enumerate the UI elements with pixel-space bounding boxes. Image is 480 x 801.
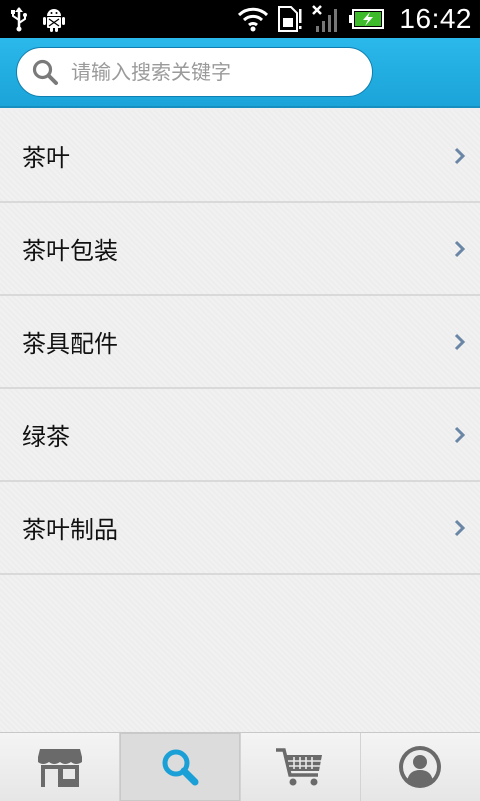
search-icon xyxy=(32,59,58,85)
tab-profile[interactable] xyxy=(361,733,480,801)
usb-icon xyxy=(8,6,30,32)
battery-charging-icon xyxy=(349,8,385,30)
sim-icon xyxy=(277,5,303,33)
list-item[interactable]: 茶叶包装 xyxy=(0,203,480,296)
status-bar: 16:42 xyxy=(0,0,480,38)
search-input[interactable] xyxy=(69,59,372,85)
android-debug-icon xyxy=(42,5,66,33)
list-item[interactable]: 茶具配件 xyxy=(0,296,480,389)
profile-icon xyxy=(399,746,442,788)
search-box[interactable] xyxy=(16,47,373,97)
chevron-right-icon xyxy=(454,426,466,443)
search-icon xyxy=(162,749,199,786)
no-signal-icon xyxy=(311,4,341,34)
chevron-right-icon xyxy=(454,240,466,257)
list-item-label: 茶叶制品 xyxy=(22,516,118,544)
list-item-label: 茶叶 xyxy=(22,144,70,172)
list-item[interactable]: 茶叶 xyxy=(0,110,480,203)
list-item-label: 绿茶 xyxy=(22,423,70,451)
chevron-right-icon xyxy=(454,147,466,164)
clock: 16:42 xyxy=(399,3,472,34)
search-header xyxy=(0,38,480,108)
bottom-tab-bar xyxy=(0,732,480,801)
list-item[interactable]: 绿茶 xyxy=(0,389,480,482)
list-item[interactable]: 茶叶制品 xyxy=(0,482,480,575)
chevron-right-icon xyxy=(454,519,466,536)
category-list: 茶叶 茶叶包装 茶具配件 绿茶 茶叶制品 xyxy=(0,110,480,732)
list-item-label: 茶具配件 xyxy=(22,330,118,358)
wifi-icon xyxy=(237,6,269,32)
list-item-label: 茶叶包装 xyxy=(22,237,118,265)
tab-search[interactable] xyxy=(120,733,241,801)
cart-icon xyxy=(276,748,323,786)
tab-cart[interactable] xyxy=(241,733,361,801)
chevron-right-icon xyxy=(454,333,466,350)
store-icon xyxy=(37,749,82,787)
tab-store[interactable] xyxy=(0,733,121,801)
